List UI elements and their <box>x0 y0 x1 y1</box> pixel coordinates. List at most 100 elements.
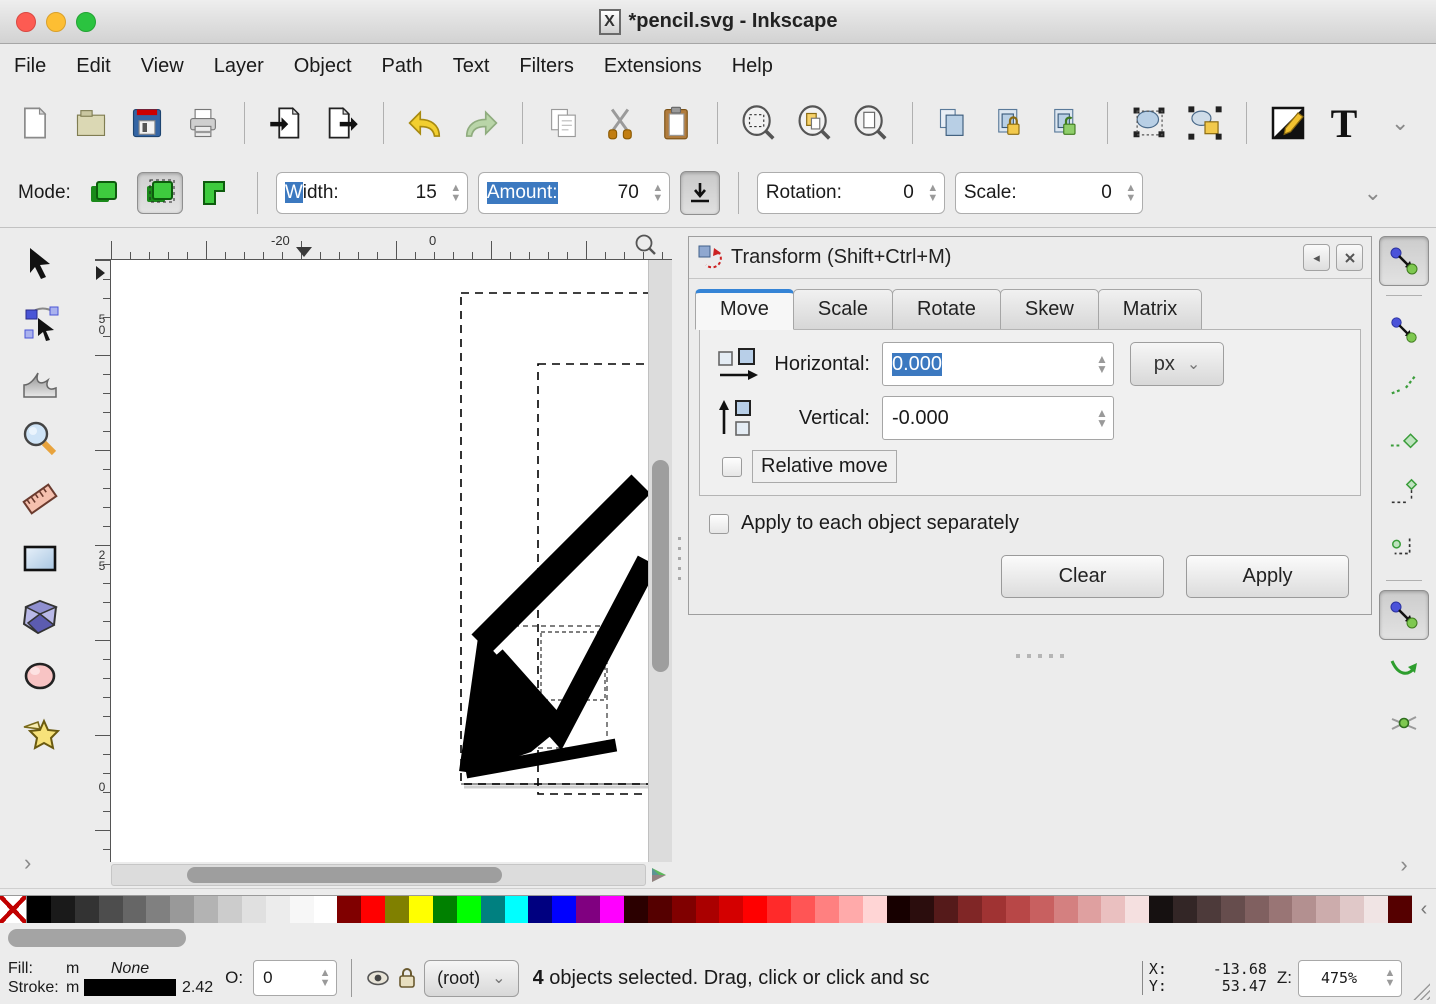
menu-help[interactable]: Help <box>732 55 773 78</box>
scale-spinner[interactable]: Scale: 0 ▲▼ <box>955 172 1143 214</box>
menu-extensions[interactable]: Extensions <box>604 55 702 78</box>
amount-spinner[interactable]: Amount: 70 ▲▼ <box>478 172 670 214</box>
color-management-button[interactable] <box>646 863 672 887</box>
tweak-mode-move-button[interactable] <box>81 172 127 214</box>
palette-swatch[interactable] <box>1197 896 1221 923</box>
zoom-selection-button[interactable] <box>736 99 782 147</box>
palette-swatch[interactable] <box>75 896 99 923</box>
tool-options-overflow-button[interactable]: ⌄ <box>1364 180 1382 206</box>
palette-swatch[interactable] <box>743 896 767 923</box>
vertical-input[interactable]: -0.000 ▲▼ <box>882 396 1114 440</box>
use-pressure-button[interactable] <box>680 171 720 215</box>
minimize-window-button[interactable] <box>46 12 66 32</box>
tab-scale[interactable]: Scale <box>793 289 893 330</box>
opacity-spin-arrows[interactable]: ▲▼ <box>314 961 336 995</box>
amount-value[interactable]: 70 <box>592 182 639 204</box>
ellipse-tool-button[interactable] <box>16 653 64 699</box>
open-document-button[interactable] <box>68 99 114 147</box>
palette-swatch[interactable] <box>1340 896 1364 923</box>
palette-swatch[interactable] <box>290 896 314 923</box>
fill-stroke-indicator[interactable]: Fill: m None Stroke: m 2.42 <box>8 960 213 997</box>
menu-object[interactable]: Object <box>294 55 352 78</box>
relative-move-checkbox[interactable] <box>722 457 742 477</box>
palette-scrollbar-thumb[interactable] <box>8 929 186 947</box>
palette-swatch[interactable] <box>1030 896 1054 923</box>
palette-swatch[interactable] <box>99 896 123 923</box>
width-value[interactable]: 15 <box>390 182 437 204</box>
dialog-close-button[interactable] <box>1336 244 1363 271</box>
palette-swatch[interactable] <box>624 896 648 923</box>
horizontal-scrollbar[interactable] <box>111 864 646 886</box>
canvas[interactable] <box>111 260 648 862</box>
palette-swatch[interactable] <box>576 896 600 923</box>
palette-swatch[interactable] <box>934 896 958 923</box>
vertical-scrollbar-thumb[interactable] <box>652 460 669 672</box>
clear-button[interactable]: Clear <box>1001 555 1164 598</box>
menu-filters[interactable]: Filters <box>519 55 573 78</box>
layer-lock-icon[interactable] <box>396 966 418 990</box>
palette-swatch[interactable] <box>1269 896 1293 923</box>
snap-intersections-button[interactable] <box>1379 698 1429 748</box>
palette-swatch[interactable] <box>910 896 934 923</box>
snap-bbox-centers-button[interactable] <box>1379 521 1429 571</box>
rectangle-tool-button[interactable] <box>16 535 64 581</box>
palette-swatch[interactable] <box>767 896 791 923</box>
palette-swatch[interactable] <box>1125 896 1149 923</box>
palette-swatch[interactable] <box>1149 896 1173 923</box>
apply-each-checkbox[interactable] <box>709 514 729 534</box>
palette-swatch[interactable] <box>385 896 409 923</box>
horizontal-scrollbar-thumb[interactable] <box>187 867 502 883</box>
palette-swatch[interactable] <box>1173 896 1197 923</box>
scale-spin-arrows[interactable]: ▲▼ <box>1120 173 1142 213</box>
ungroup-button[interactable] <box>1182 99 1228 147</box>
palette-swatch[interactable] <box>51 896 75 923</box>
palette-swatch[interactable] <box>1316 896 1340 923</box>
rotation-spinner[interactable]: Rotation: 0 ▲▼ <box>757 172 945 214</box>
print-button[interactable] <box>180 99 226 147</box>
stroke-color-swatch[interactable] <box>84 979 176 996</box>
menu-layer[interactable]: Layer <box>214 55 264 78</box>
palette-swatch[interactable] <box>433 896 457 923</box>
snap-bbox-edges-button[interactable] <box>1379 359 1429 409</box>
tweak-mode-move-jitter-button[interactable] <box>137 172 183 214</box>
tab-move[interactable]: Move <box>695 289 794 330</box>
palette-swatch[interactable] <box>505 896 529 923</box>
measure-tool-button[interactable] <box>16 476 64 522</box>
snap-bbox-corners-button[interactable] <box>1379 413 1429 463</box>
cut-button[interactable] <box>597 99 643 147</box>
palette-swatch[interactable] <box>672 896 696 923</box>
unit-dropdown[interactable]: px ⌄ <box>1130 342 1224 386</box>
palette-swatch[interactable] <box>791 896 815 923</box>
transform-dialog-header[interactable]: Transform (Shift+Ctrl+M) ◂ <box>689 237 1371 279</box>
box-3d-tool-button[interactable] <box>16 594 64 640</box>
snap-paths-button[interactable] <box>1379 644 1429 694</box>
palette-swatch[interactable] <box>146 896 170 923</box>
opacity-value[interactable]: 0 <box>254 961 314 995</box>
menu-text[interactable]: Text <box>453 55 490 78</box>
apply-each-label[interactable]: Apply to each object separately <box>741 512 1019 535</box>
layer-visibility-icon[interactable] <box>366 966 390 990</box>
opacity-spinner[interactable]: 0 ▲▼ <box>253 960 337 996</box>
palette-swatch[interactable] <box>1101 896 1125 923</box>
palette-swatch[interactable] <box>266 896 290 923</box>
palette-swatch[interactable] <box>337 896 361 923</box>
star-tool-button[interactable] <box>16 712 64 758</box>
palette-swatch[interactable] <box>242 896 266 923</box>
panel-resize-handle[interactable] <box>1016 654 1064 658</box>
close-window-button[interactable] <box>16 12 36 32</box>
fill-stroke-dialog-button[interactable] <box>1265 99 1311 147</box>
zoom-spinner[interactable]: 475% ▲▼ <box>1298 960 1402 997</box>
layer-dropdown[interactable]: (root) ⌄ <box>424 960 518 997</box>
palette-swatch[interactable] <box>409 896 433 923</box>
tweak-mode-scale-button[interactable] <box>193 172 239 214</box>
palette-swatch[interactable] <box>982 896 1006 923</box>
palette-swatch[interactable] <box>719 896 743 923</box>
new-document-button[interactable] <box>12 99 58 147</box>
redo-button[interactable] <box>458 99 504 147</box>
palette-swatch[interactable] <box>815 896 839 923</box>
import-button[interactable] <box>263 99 309 147</box>
palette-swatch[interactable] <box>863 896 887 923</box>
palette-swatch[interactable] <box>170 896 194 923</box>
group-button[interactable] <box>1126 99 1172 147</box>
paste-button[interactable] <box>653 99 699 147</box>
